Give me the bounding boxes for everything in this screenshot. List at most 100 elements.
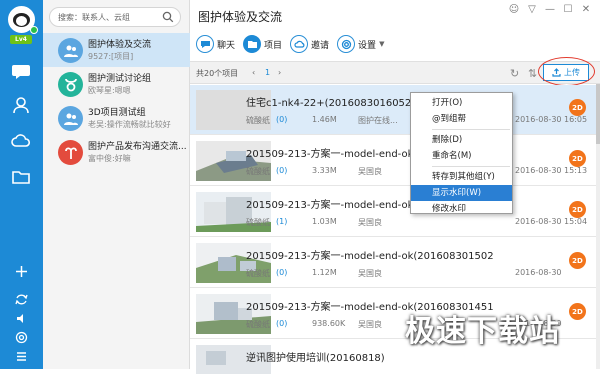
avatar-face: [16, 16, 27, 26]
group-item[interactable]: 图护测试讨论组 欧琴星:嗯嗯: [43, 67, 190, 101]
maximize-icon[interactable]: ☐: [562, 4, 574, 15]
refresh-icon[interactable]: ↻: [510, 67, 519, 80]
file-size: 1.03M: [312, 217, 337, 226]
folder-icon: [243, 35, 262, 53]
comment-count[interactable]: (0): [276, 319, 287, 328]
avatar: 2D: [569, 303, 586, 320]
group-last-message: 9527:[项目]: [88, 52, 134, 61]
page-title: 图护体验及交流: [198, 10, 283, 24]
scrollbar-thumb[interactable]: [596, 84, 600, 144]
date: 2016-08-30 16:05: [515, 115, 588, 124]
group-name: 图护体验及交流: [88, 40, 152, 50]
menu-item-move-to-group[interactable]: 转存到其他组(Y): [411, 169, 512, 185]
left-rail: Lv4: [0, 0, 43, 369]
gear-icon: [337, 35, 356, 53]
prev-page-icon[interactable]: ‹: [252, 68, 255, 77]
file-name: 201509-213-方案一-model-end-ok: [246, 149, 414, 160]
project-label: 项目: [264, 40, 283, 51]
table-row[interactable]: 201509-213-方案一-model-end-ok 硫酸纸 (0) 3.33…: [190, 136, 596, 186]
group-people-icon: [58, 106, 83, 131]
sync-icon[interactable]: [15, 293, 28, 306]
file-name: 201509-213-方案一-model-end-ok: [246, 200, 414, 211]
group-item[interactable]: 3D项目测试组 老吴:操作流畅就比较好: [43, 101, 190, 135]
menu-item-edit-watermark[interactable]: 修改水印: [411, 201, 512, 217]
file-size: 3.33M: [312, 166, 337, 175]
taurus-icon: [58, 72, 83, 97]
date: 2016-08-30: [515, 268, 562, 277]
table-row[interactable]: 201509-213-方案一-model-end-ok 硫酸纸 (1) 1.03…: [190, 187, 596, 237]
project-button[interactable]: 项目: [243, 33, 282, 55]
group-name: 3D项目测试组: [88, 108, 146, 118]
avatar: 2D: [569, 201, 586, 218]
volume-icon[interactable]: [15, 312, 28, 325]
file-name: 住宅c1-nk4-22+(20160830160524): [246, 98, 422, 109]
scrollbar[interactable]: [596, 84, 600, 369]
contacts-icon[interactable]: [10, 94, 32, 116]
group-last-message: 老吴:操作流畅就比较好: [88, 120, 171, 129]
search-icon[interactable]: [162, 11, 174, 23]
avatar: 2D: [569, 99, 586, 116]
add-icon[interactable]: [15, 265, 28, 278]
menu-item-delete[interactable]: 删除(D): [411, 132, 512, 148]
comment-count[interactable]: (0): [276, 166, 287, 175]
table-row[interactable]: 住宅c1-nk4-22+(20160830160524) 硫酸纸 (0) 1.4…: [190, 85, 596, 135]
author: 图护在线...: [358, 116, 398, 125]
menu-item-mention-group[interactable]: @到组帮: [411, 111, 512, 127]
comment-count[interactable]: (0): [276, 115, 287, 124]
cloud-icon[interactable]: [10, 130, 32, 152]
settings-button[interactable]: 设置 ▼: [337, 33, 384, 55]
file-size: 1.46M: [312, 115, 337, 124]
menu-divider: [432, 166, 510, 167]
chevron-down-icon: ▼: [379, 40, 385, 48]
menu-item-open[interactable]: 打开(O): [411, 95, 512, 111]
chat-label: 聊天: [217, 40, 236, 51]
window-controls: ☺ ▽ — ☐ ✕: [508, 4, 592, 15]
paper-type: 硫酸纸: [246, 116, 270, 125]
search-box[interactable]: [49, 7, 181, 27]
menu-divider: [432, 129, 510, 130]
group-list-panel: 图护体验及交流 9527:[项目] 图护测试讨论组 欧琴星:嗯嗯 3D项目测试组…: [43, 0, 190, 369]
menu-item-rename[interactable]: 重命名(M): [411, 148, 512, 164]
group-people-icon: [58, 38, 83, 63]
search-input[interactable]: [58, 11, 164, 24]
paper-type: 硫酸纸: [246, 167, 270, 176]
chat-icon[interactable]: [10, 60, 32, 82]
invite-label: 邀请: [311, 40, 330, 51]
skin-icon[interactable]: ▽: [526, 4, 538, 15]
next-page-icon[interactable]: ›: [278, 68, 281, 77]
author: 吴国良: [358, 218, 382, 227]
menu-icon[interactable]: [15, 350, 28, 363]
page-number[interactable]: 1: [265, 68, 270, 77]
cloud-icon: [290, 35, 309, 53]
folder-icon[interactable]: [10, 166, 32, 188]
group-item[interactable]: 图护产品发布沟通交流... 富中俊:好嘛: [43, 135, 190, 169]
chat-button[interactable]: 聊天: [196, 33, 235, 55]
avatar: 2D: [569, 150, 586, 167]
comment-count[interactable]: (1): [276, 217, 287, 226]
paper-type: 硫酸纸: [246, 320, 270, 329]
comment-count[interactable]: (0): [276, 268, 287, 277]
settings-gear-icon[interactable]: [15, 331, 28, 344]
feedback-icon[interactable]: ☺: [508, 4, 520, 15]
chat-bubble-icon: [196, 35, 214, 53]
aries-icon: [58, 140, 83, 165]
context-menu: 打开(O) @到组帮 删除(D) 重命名(M) 转存到其他组(Y) 显示水印(W…: [410, 92, 513, 214]
online-status-icon: [30, 26, 38, 34]
group-item[interactable]: 图护体验及交流 9527:[项目]: [43, 33, 190, 67]
group-last-message: 富中俊:好嘛: [88, 154, 131, 163]
file-size: 1.12M: [312, 268, 337, 277]
sort-icon[interactable]: ⇅: [528, 67, 537, 80]
paper-type: 硫酸纸: [246, 218, 270, 227]
minimize-icon[interactable]: —: [544, 4, 556, 15]
file-name: 逆讯图护使用培训(20160818): [246, 353, 385, 364]
table-row[interactable]: 201509-213-方案一-model-end-ok(201608301502…: [190, 238, 596, 288]
toolbar: 聊天 项目 邀请 设置 ▼: [196, 33, 384, 55]
invite-button[interactable]: 邀请: [290, 33, 329, 55]
group-name: 图护产品发布沟通交流...: [88, 142, 187, 152]
project-count: 共20个项目: [196, 69, 239, 78]
file-name: 201509-213-方案一-model-end-ok(201608301502: [246, 251, 494, 262]
close-icon[interactable]: ✕: [580, 4, 592, 15]
menu-item-show-watermark[interactable]: 显示水印(W): [411, 185, 512, 201]
author: 吴国良: [358, 167, 382, 176]
group-name: 图护测试讨论组: [88, 74, 152, 84]
